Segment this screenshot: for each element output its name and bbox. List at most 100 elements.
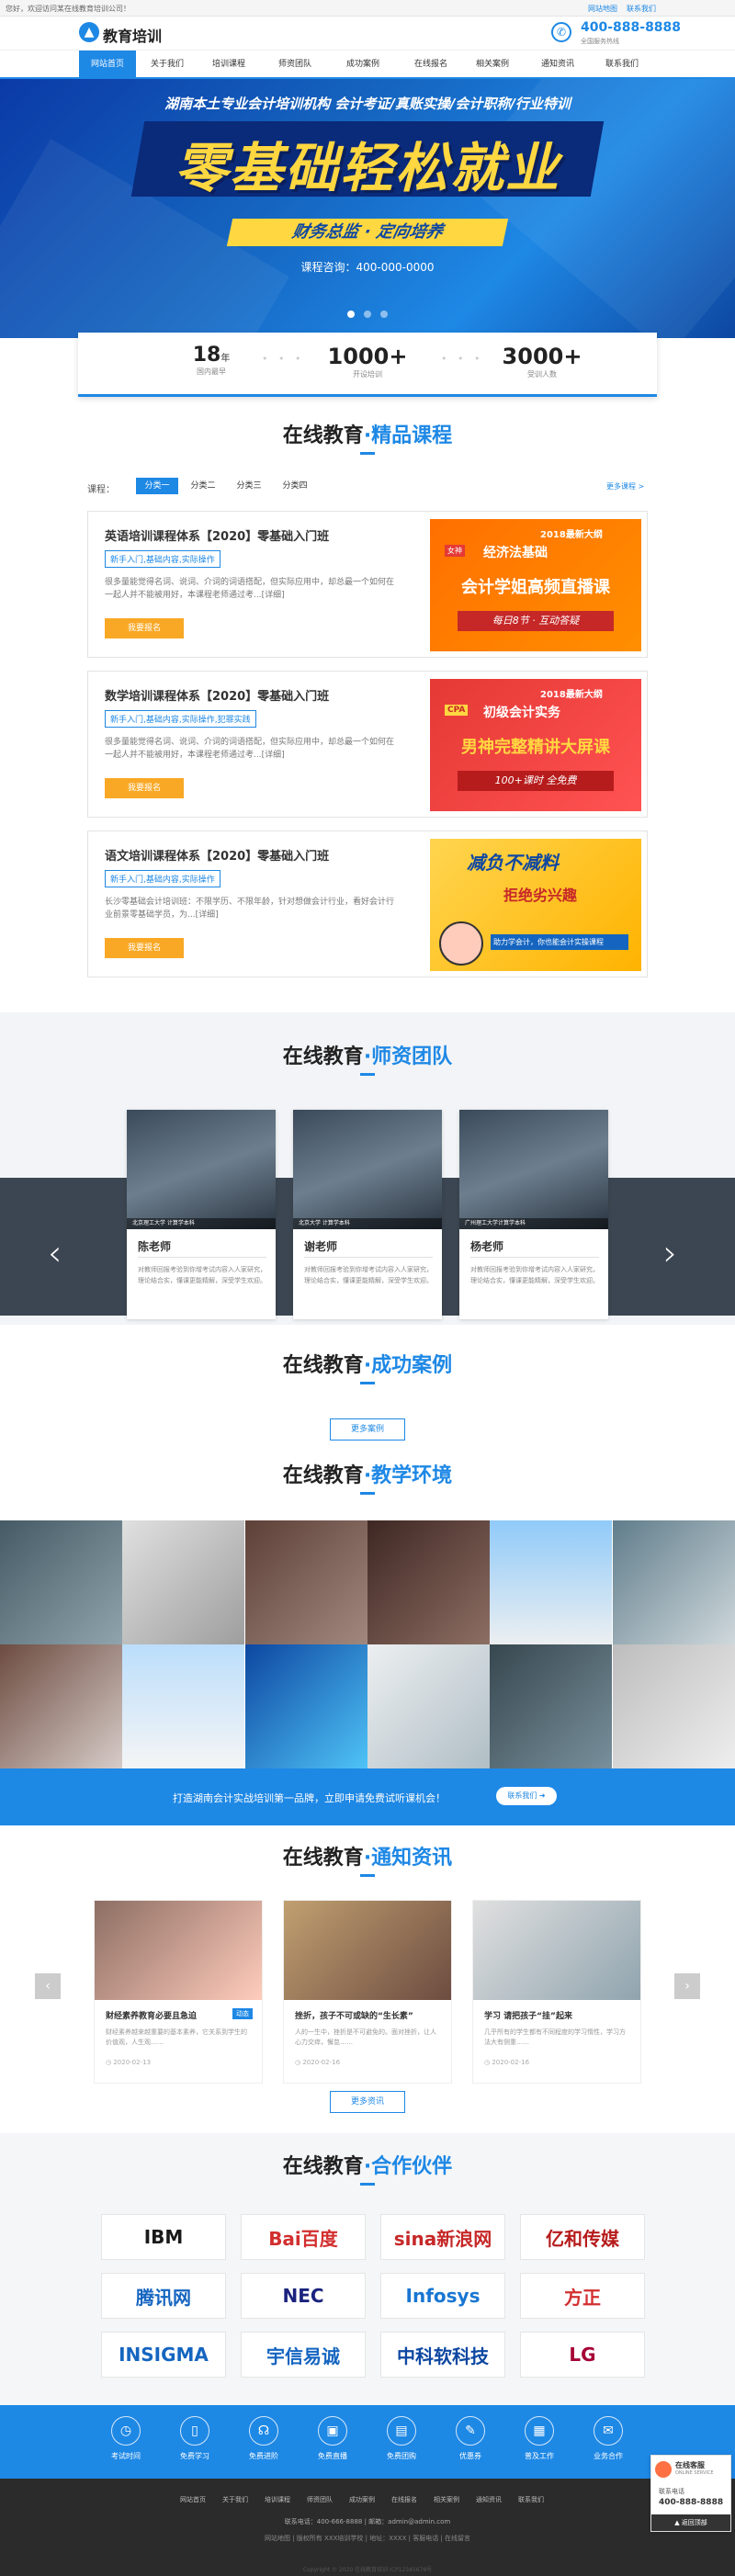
footer-service-label: 优惠券 bbox=[459, 2452, 481, 2460]
footer-link[interactable]: 培训课程 bbox=[265, 2495, 290, 2504]
logo-icon[interactable]: ▲ bbox=[79, 22, 99, 42]
course-title[interactable]: 英语培训课程体系【2020】零基础入门班 bbox=[105, 526, 329, 544]
environment-photo[interactable] bbox=[368, 1644, 490, 1768]
course-filter-label: 课程： bbox=[87, 485, 115, 495]
partner-logo[interactable]: IBM bbox=[101, 2214, 226, 2260]
partner-logo[interactable]: 腾讯网 bbox=[101, 2273, 226, 2319]
environment-photo[interactable] bbox=[122, 1520, 244, 1644]
course-promo-image[interactable]: 2018最新大纲 CPA 初级会计实务 男神完整精讲大屏课 100+课时 全免费 bbox=[430, 679, 641, 811]
footer-service-item[interactable]: ☊ 免费进阶 bbox=[236, 2416, 291, 2461]
footer-service-item[interactable]: ▯ 免费学习 bbox=[167, 2416, 222, 2461]
footer-link[interactable]: 网站首页 bbox=[180, 2495, 206, 2504]
cta-contact-button[interactable]: 联系我们 ➜ bbox=[496, 1787, 557, 1805]
news-title[interactable]: 财经素养教育必要且急迫 bbox=[106, 2009, 197, 2021]
news-title[interactable]: 学习 请把孩子“挂”起来 bbox=[484, 2009, 572, 2021]
environment-photo[interactable] bbox=[0, 1520, 122, 1644]
footer-service-item[interactable]: ▦ 普及工作 bbox=[512, 2416, 567, 2461]
headset-icon: ☊ bbox=[249, 2416, 278, 2446]
footer-link[interactable]: 关于我们 bbox=[222, 2495, 248, 2504]
back-to-top-button[interactable]: ▲ 返回顶部 bbox=[651, 2514, 730, 2531]
signup-button[interactable]: 我要报名 bbox=[105, 938, 184, 958]
course-tab-1[interactable]: 分类一 bbox=[136, 478, 178, 494]
footer-service-item[interactable]: ✎ 优惠券 bbox=[443, 2416, 498, 2461]
more-cases-button[interactable]: 更多案例 bbox=[330, 1418, 405, 1441]
signup-button[interactable]: 我要报名 bbox=[105, 618, 184, 638]
footer-service-item[interactable]: ▤ 免费团购 bbox=[374, 2416, 429, 2461]
environment-photo[interactable] bbox=[613, 1644, 735, 1768]
environment-photo[interactable] bbox=[122, 1644, 244, 1768]
footer-link[interactable]: 通知资讯 bbox=[476, 2495, 502, 2504]
nav-item-news[interactable]: 通知资讯 bbox=[526, 51, 590, 78]
partner-logo[interactable]: 亿和传媒 bbox=[520, 2214, 645, 2260]
news-card[interactable]: 学习 请把孩子“挂”起来 几乎所有的学生都有不同程度的学习惰性，学习方法大有侧重… bbox=[472, 1900, 641, 2084]
news-card[interactable]: 财经素养教育必要且急迫 动态 财经素养越来越重要的基本素养，它关系到学生的价值观… bbox=[94, 1900, 263, 2084]
partner-logo[interactable]: Bai百度 bbox=[241, 2214, 366, 2260]
teacher-card[interactable]: 广州理工大学计算学本科 杨老师 对教师回报考验到你增考试内容入人家研究，理论结合… bbox=[459, 1110, 608, 1319]
environment-photo[interactable] bbox=[490, 1520, 612, 1644]
footer-service-item[interactable]: ✉ 业务合作 bbox=[581, 2416, 636, 2461]
course-tab-3[interactable]: 分类三 bbox=[228, 478, 270, 494]
promo-top: 2018最新大纲 bbox=[540, 530, 603, 540]
footer-link[interactable]: 成功案例 bbox=[349, 2495, 375, 2504]
partner-logo[interactable]: 宇信易诚 bbox=[241, 2332, 366, 2378]
course-promo-image[interactable]: 减负不减料 拒绝劣兴趣 助力学会计，你也能会计实操课程 bbox=[430, 839, 641, 971]
course-title[interactable]: 数学培训课程体系【2020】零基础入门班 bbox=[105, 686, 329, 704]
nav-item-signup[interactable]: 在线报名 bbox=[402, 51, 459, 78]
partner-logo[interactable]: NEC bbox=[241, 2273, 366, 2319]
logo-text[interactable]: 教育培训 bbox=[103, 24, 162, 46]
news-prev-arrow[interactable]: ‹ bbox=[35, 1973, 61, 1999]
nav-item-courses[interactable]: 培训课程 bbox=[198, 51, 259, 78]
more-news-button[interactable]: 更多资讯 bbox=[330, 2091, 405, 2113]
team-prev-arrow[interactable]: ‹ bbox=[48, 1233, 62, 1273]
footer-link[interactable]: 相关案例 bbox=[434, 2495, 459, 2504]
footer-link[interactable]: 联系我们 bbox=[518, 2495, 544, 2504]
nav-item-home[interactable]: 网站首页 bbox=[79, 51, 136, 78]
title-part-a: 在线教育 bbox=[282, 2155, 364, 2178]
course-tab-2[interactable]: 分类二 bbox=[182, 478, 224, 494]
partner-logo[interactable]: 方正 bbox=[520, 2273, 645, 2319]
team-next-arrow[interactable]: › bbox=[663, 1233, 677, 1273]
partner-logo[interactable]: 中科软科技 bbox=[380, 2332, 505, 2378]
more-courses-link[interactable]: 更多课程 > bbox=[606, 481, 644, 491]
nav-item-team[interactable]: 师资团队 bbox=[266, 51, 323, 78]
contact-link[interactable]: 联系我们 bbox=[627, 4, 656, 14]
hero-banner[interactable]: 湖南本土专业会计培训机构 会计考证/真账实操/会计职称/行业特训 零基础轻松就业… bbox=[0, 79, 735, 338]
environment-photo[interactable] bbox=[245, 1644, 368, 1768]
partner-logo[interactable]: INSIGMA bbox=[101, 2332, 226, 2378]
environment-photo[interactable] bbox=[613, 1520, 735, 1644]
course-title[interactable]: 语文培训课程体系【2020】零基础入门班 bbox=[105, 846, 329, 864]
news-card[interactable]: 挫折，孩子不可或缺的“生长素” 人的一生中，挫折是不可避免的。面对挫折，让人心力… bbox=[283, 1900, 452, 2084]
nav-item-contact[interactable]: 联系我们 bbox=[594, 51, 650, 78]
signup-button[interactable]: 我要报名 bbox=[105, 778, 184, 798]
footer-link[interactable]: 师资团队 bbox=[307, 2495, 333, 2504]
news-image bbox=[95, 1901, 262, 2000]
news-next-arrow[interactable]: › bbox=[674, 1973, 700, 1999]
news-title[interactable]: 挫折，孩子不可或缺的“生长素” bbox=[295, 2009, 413, 2021]
footer-service-item[interactable]: ▣ 免费直播 bbox=[305, 2416, 360, 2461]
team-section-title: 在线教育·师资团队 bbox=[0, 1040, 735, 1069]
footer-link[interactable]: 在线报名 bbox=[391, 2495, 417, 2504]
carousel-dot[interactable] bbox=[364, 311, 371, 318]
environment-photo[interactable] bbox=[245, 1520, 368, 1644]
partner-logo[interactable]: sina新浪网 bbox=[380, 2214, 505, 2260]
float-label[interactable]: 在线客服 bbox=[675, 2460, 705, 2470]
carousel-dot[interactable] bbox=[347, 311, 355, 318]
nav-item-cases[interactable]: 成功案例 bbox=[334, 51, 391, 78]
news-badge: 动态 bbox=[232, 2008, 253, 2019]
nav-item-about[interactable]: 关于我们 bbox=[139, 51, 196, 78]
phone-icon: ✆ bbox=[551, 22, 571, 42]
course-tab-4[interactable]: 分类四 bbox=[274, 478, 316, 494]
teacher-card[interactable]: 北京理工大学 计算学本科 陈老师 对教师回报考验到你增考试内容入人家研究，理论结… bbox=[127, 1110, 276, 1319]
news-date: ◷ 2020-02-13 bbox=[106, 2059, 152, 2066]
environment-photo[interactable] bbox=[490, 1644, 612, 1768]
teacher-card[interactable]: 北京大学 计算学本科 谢老师 对教师回报考验到你增考试内容入人家研究，理论结合实… bbox=[293, 1110, 442, 1319]
sitemap-link[interactable]: 网站地图 bbox=[588, 4, 617, 14]
environment-photo[interactable] bbox=[0, 1644, 122, 1768]
nav-item-related[interactable]: 相关案例 bbox=[464, 51, 521, 78]
footer-service-item[interactable]: ◷ 考试时间 bbox=[98, 2416, 153, 2461]
environment-photo[interactable] bbox=[368, 1520, 490, 1644]
course-promo-image[interactable]: 2018最新大纲 女神 经济法基础 会计学姐高频直播课 每日8节 · 互动答疑 bbox=[430, 519, 641, 651]
carousel-dot[interactable] bbox=[380, 311, 388, 318]
partner-logo[interactable]: LG bbox=[520, 2332, 645, 2378]
partner-logo[interactable]: Infosys bbox=[380, 2273, 505, 2319]
